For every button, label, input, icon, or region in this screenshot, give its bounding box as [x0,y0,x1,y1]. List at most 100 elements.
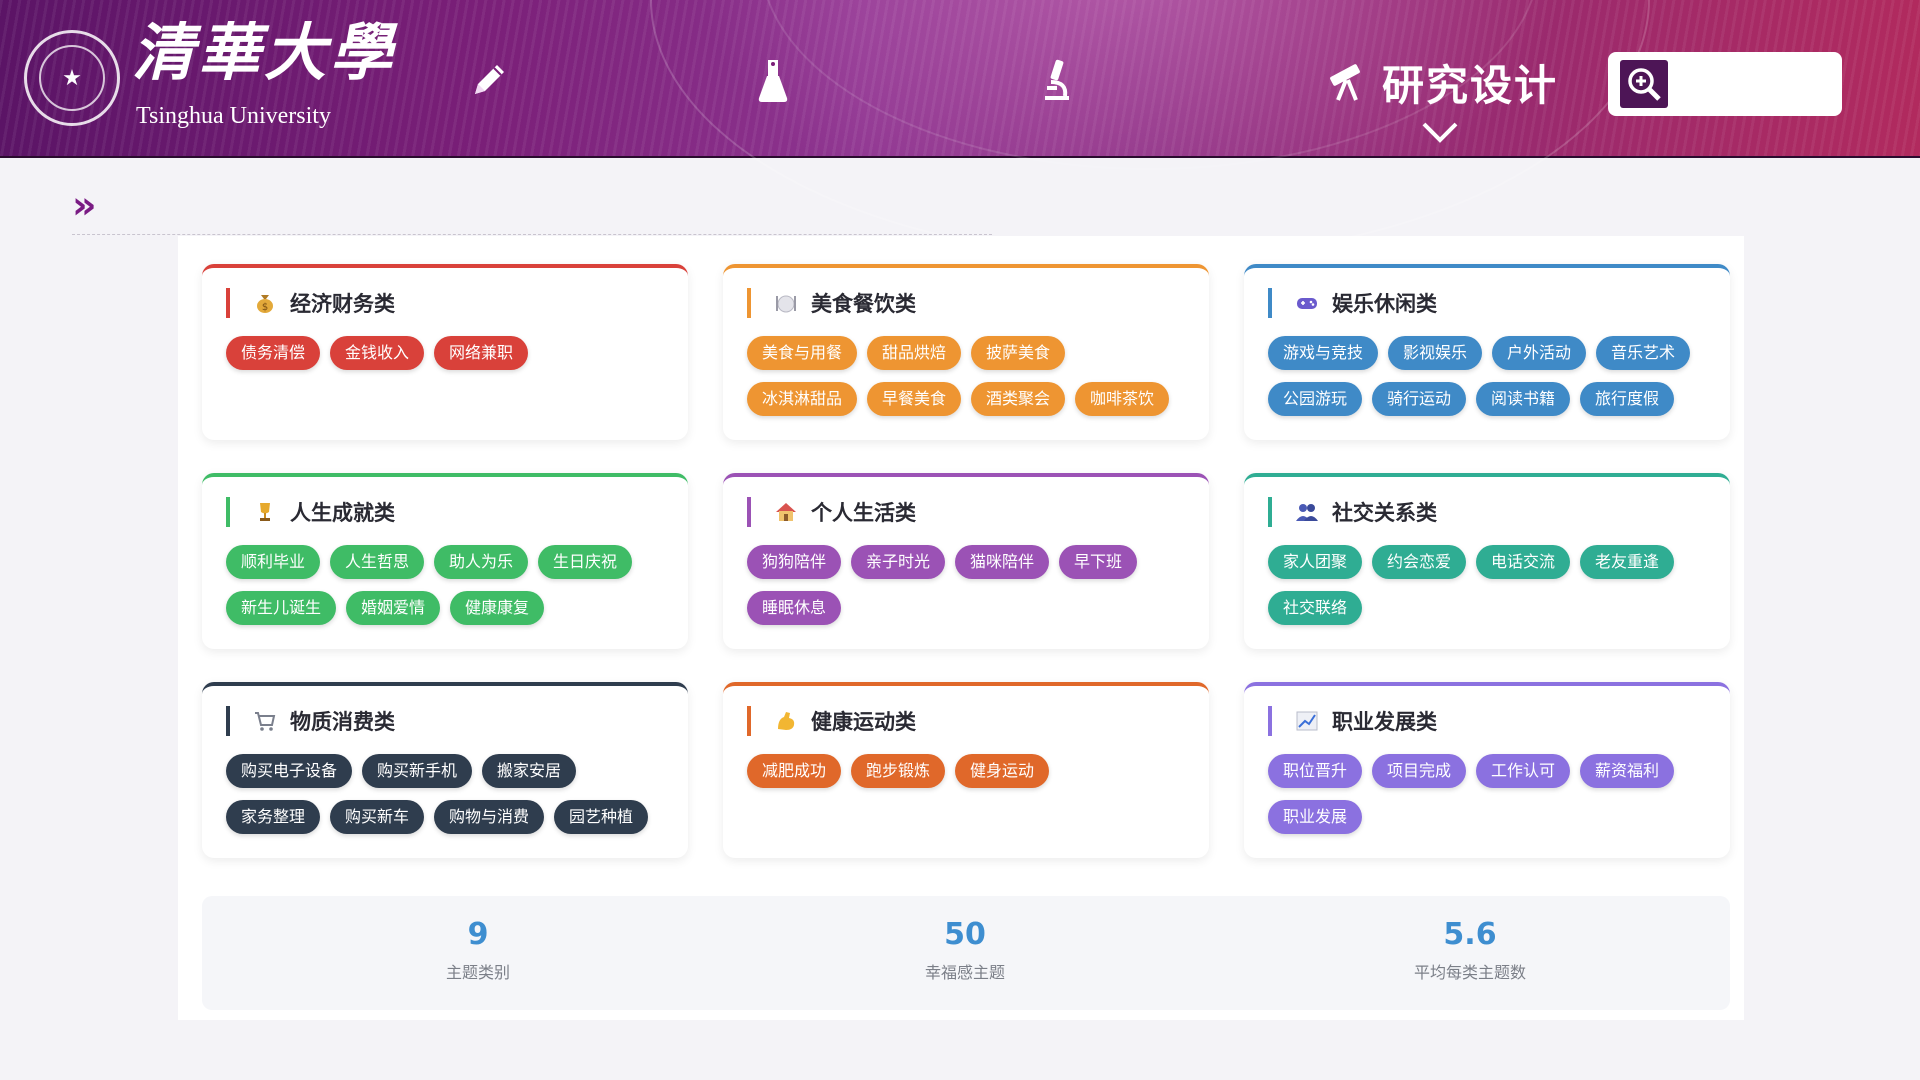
tag-list: 顺利毕业 人生哲思 助人为乐 生日庆祝新生儿诞生 婚姻爱情 健康康复 [226,545,664,625]
topic-tag[interactable]: 新生儿诞生 [226,591,337,625]
topic-tag[interactable]: 助人为乐 [434,545,529,579]
category-header: 娱乐休闲类 [1268,288,1706,318]
flask-icon[interactable] [748,52,798,108]
topic-tag[interactable]: 跑步锻炼 [851,754,946,788]
logo-chinese[interactable]: 清華大學 [132,22,396,84]
topic-tag[interactable]: 网络兼职 [434,336,529,370]
plate-icon [773,290,799,316]
topic-tag[interactable]: 早餐美食 [867,382,962,416]
topic-tag[interactable]: 顺利毕业 [226,545,321,579]
star-icon: ★ [39,45,105,111]
category-header: 美食餐饮类 [747,288,1185,318]
topic-tag[interactable]: 减肥成功 [747,754,842,788]
stat-item: 50 幸福感主题 [835,918,1095,983]
search-input[interactable] [1678,64,1828,104]
nav-item-research-design[interactable]: 研究设计 [1324,52,1558,112]
category-header: 物质消费类 [226,706,664,736]
topic-tag[interactable]: 园艺种植 [554,800,649,834]
topic-tag[interactable]: 公园游玩 [1268,382,1363,416]
category-grid: $ 经济财务类债务清偿 金钱收入 网络兼职 美食餐饮类美食与用餐 甜品烘焙 披萨美食冰淇淋甜… [202,264,1730,858]
people-icon [1294,499,1320,525]
category-title: 社交关系类 [1332,501,1437,525]
pencil-icon[interactable] [464,52,514,108]
money-bag-icon: $ [252,290,278,316]
topic-tag[interactable]: 电话交流 [1476,545,1571,579]
topic-tag[interactable]: 债务清偿 [226,336,321,370]
topic-tag[interactable]: 约会恋爱 [1372,545,1467,579]
category-title: 娱乐休闲类 [1332,292,1437,316]
topic-tag[interactable]: 家人团聚 [1268,545,1363,579]
microscope-icon[interactable] [1032,52,1082,108]
topic-tag[interactable]: 甜品烘焙 [867,336,962,370]
category-card: 人生成就类顺利毕业 人生哲思 助人为乐 生日庆祝新生儿诞生 婚姻爱情 健康康复 [202,473,688,649]
flexed-arm-icon [773,708,799,734]
telescope-icon [1324,56,1372,108]
stat-label: 主题类别 [445,963,510,982]
tag-list: 狗狗陪伴 亲子时光 猫咪陪伴 早下班睡眠休息 [747,545,1185,625]
breadcrumb-divider [72,234,992,235]
topic-tag[interactable]: 披萨美食 [971,336,1066,370]
topic-tag[interactable]: 猫咪陪伴 [955,545,1050,579]
topic-tag[interactable]: 人生哲思 [330,545,425,579]
topic-tag[interactable]: 酒类聚会 [971,382,1066,416]
tag-list: 美食与用餐 甜品烘焙 披萨美食冰淇淋甜品 早餐美食 酒类聚会 咖啡茶饮 [747,336,1185,416]
topic-tag[interactable]: 影视娱乐 [1388,336,1483,370]
main-panel: $ 经济财务类债务清偿 金钱收入 网络兼职 美食餐饮类美食与用餐 甜品烘焙 披萨美食冰淇淋甜… [178,236,1744,1020]
category-title: 经济财务类 [290,292,395,316]
search-bar [1608,52,1842,116]
topic-tag[interactable]: 职位晋升 [1268,754,1363,788]
breadcrumb-chevron-icon[interactable]: » [72,186,97,224]
topic-tag[interactable]: 金钱收入 [330,336,425,370]
topic-tag[interactable]: 购物与消费 [434,800,545,834]
topic-tag[interactable]: 骑行运动 [1372,382,1467,416]
logo-english[interactable]: Tsinghua University [136,104,331,128]
cart-icon [252,708,278,734]
topic-tag[interactable]: 冰淇淋甜品 [747,382,858,416]
category-card: 职业发展类职位晋升 项目完成 工作认可 薪资福利职业发展 [1244,682,1730,858]
stat-value: 5.6 [1443,917,1497,952]
topic-tag[interactable]: 生日庆祝 [538,545,633,579]
topic-tag[interactable]: 健康康复 [450,591,545,625]
topic-tag[interactable]: 旅行度假 [1580,382,1675,416]
topic-tag[interactable]: 社交联络 [1268,591,1363,625]
category-title: 人生成就类 [290,501,395,525]
topic-tag[interactable]: 健身运动 [955,754,1050,788]
topic-tag[interactable]: 婚姻爱情 [346,591,441,625]
topic-tag[interactable]: 搬家安居 [482,754,577,788]
topic-tag[interactable]: 工作认可 [1476,754,1571,788]
topic-tag[interactable]: 老友重逢 [1580,545,1675,579]
tag-list: 游戏与竞技 影视娱乐 户外活动 音乐艺术公园游玩 骑行运动 阅读书籍 旅行度假 [1268,336,1706,416]
search-icon[interactable] [1620,60,1668,108]
topic-tag[interactable]: 购买电子设备 [226,754,353,788]
topic-tag[interactable]: 户外活动 [1492,336,1587,370]
topic-tag[interactable]: 美食与用餐 [747,336,858,370]
topic-tag[interactable]: 亲子时光 [851,545,946,579]
trophy-icon [252,499,278,525]
header-banner: ★ 清華大學 Tsinghua University 研究设计 [0,0,1920,260]
stat-value: 9 [467,917,489,952]
category-header: 社交关系类 [1268,497,1706,527]
university-seal-icon[interactable]: ★ [24,30,120,126]
topic-tag[interactable]: 购买新手机 [362,754,473,788]
topic-tag[interactable]: 家务整理 [226,800,321,834]
topic-tag[interactable]: 睡眠休息 [747,591,842,625]
topic-tag[interactable]: 薪资福利 [1580,754,1675,788]
category-title: 职业发展类 [1332,710,1437,734]
topic-tag[interactable]: 游戏与竞技 [1268,336,1379,370]
topic-tag[interactable]: 音乐艺术 [1596,336,1691,370]
nav-label: 研究设计 [1382,60,1559,110]
topic-tag[interactable]: 阅读书籍 [1476,382,1571,416]
category-header: $ 经济财务类 [226,288,664,318]
category-header: 人生成就类 [226,497,664,527]
topic-tag[interactable]: 狗狗陪伴 [747,545,842,579]
tag-list: 家人团聚 约会恋爱 电话交流 老友重逢社交联络 [1268,545,1706,625]
chevron-down-icon[interactable] [1420,118,1460,146]
topic-tag[interactable]: 购买新车 [330,800,425,834]
category-header: 健康运动类 [747,706,1185,736]
topic-tag[interactable]: 项目完成 [1372,754,1467,788]
topic-tag[interactable]: 职业发展 [1268,800,1363,834]
topic-tag[interactable]: 咖啡茶饮 [1075,382,1170,416]
category-header: 职业发展类 [1268,706,1706,736]
tag-list: 职位晋升 项目完成 工作认可 薪资福利职业发展 [1268,754,1706,834]
topic-tag[interactable]: 早下班 [1059,545,1138,579]
